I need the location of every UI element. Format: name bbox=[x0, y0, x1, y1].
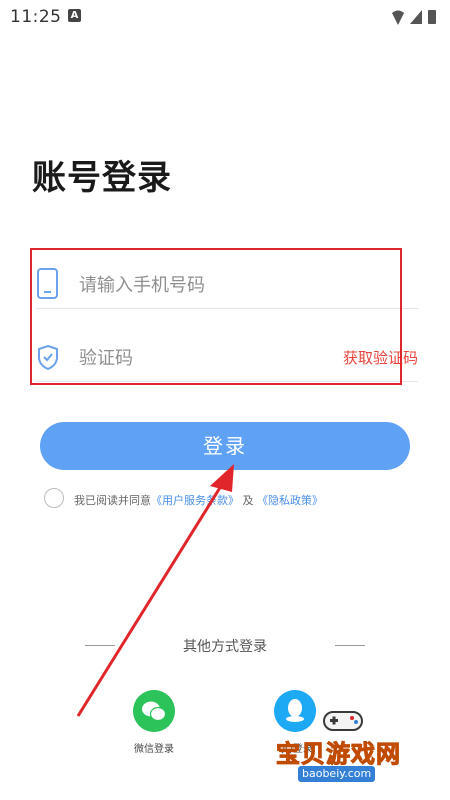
login-button[interactable]: 登录 bbox=[40, 422, 410, 470]
other-login-heading: 其他方式登录 bbox=[183, 639, 267, 655]
status-bar: 11:25 A bbox=[0, 0, 450, 34]
divider-line-right bbox=[335, 645, 365, 646]
notification-icon: A bbox=[68, 9, 81, 22]
watermark-title: 宝贝游戏网 bbox=[276, 740, 401, 769]
battery-icon bbox=[428, 10, 436, 24]
wechat-login-button[interactable] bbox=[133, 690, 175, 732]
wechat-login-label: 微信登录 bbox=[134, 744, 174, 755]
gamepad-icon bbox=[323, 711, 363, 731]
terms-link[interactable]: 《用户服务条款》 bbox=[151, 494, 239, 507]
agreement-prefix: 我已阅读并同意 bbox=[74, 494, 151, 507]
annotation-arrow bbox=[76, 464, 234, 717]
watermark: 宝贝游戏网 baobeiy.com bbox=[270, 700, 445, 790]
other-login-divider: 其他方式登录 bbox=[85, 636, 365, 656]
annotation-highlight-box bbox=[30, 248, 402, 385]
status-time: 11:25 bbox=[10, 7, 62, 27]
agreement-text: 我已阅读并同意《用户服务条款》 及 《隐私政策》 bbox=[74, 492, 323, 508]
page-title: 账号登录 bbox=[32, 158, 172, 198]
privacy-link[interactable]: 《隐私政策》 bbox=[257, 494, 323, 507]
signal-icon bbox=[410, 10, 422, 24]
status-icons bbox=[392, 10, 436, 25]
watermark-url: baobeiy.com bbox=[298, 766, 376, 782]
agreement-checkbox[interactable] bbox=[44, 488, 64, 508]
wifi-icon bbox=[392, 10, 404, 25]
agreement-conjunction: 及 bbox=[242, 494, 254, 507]
